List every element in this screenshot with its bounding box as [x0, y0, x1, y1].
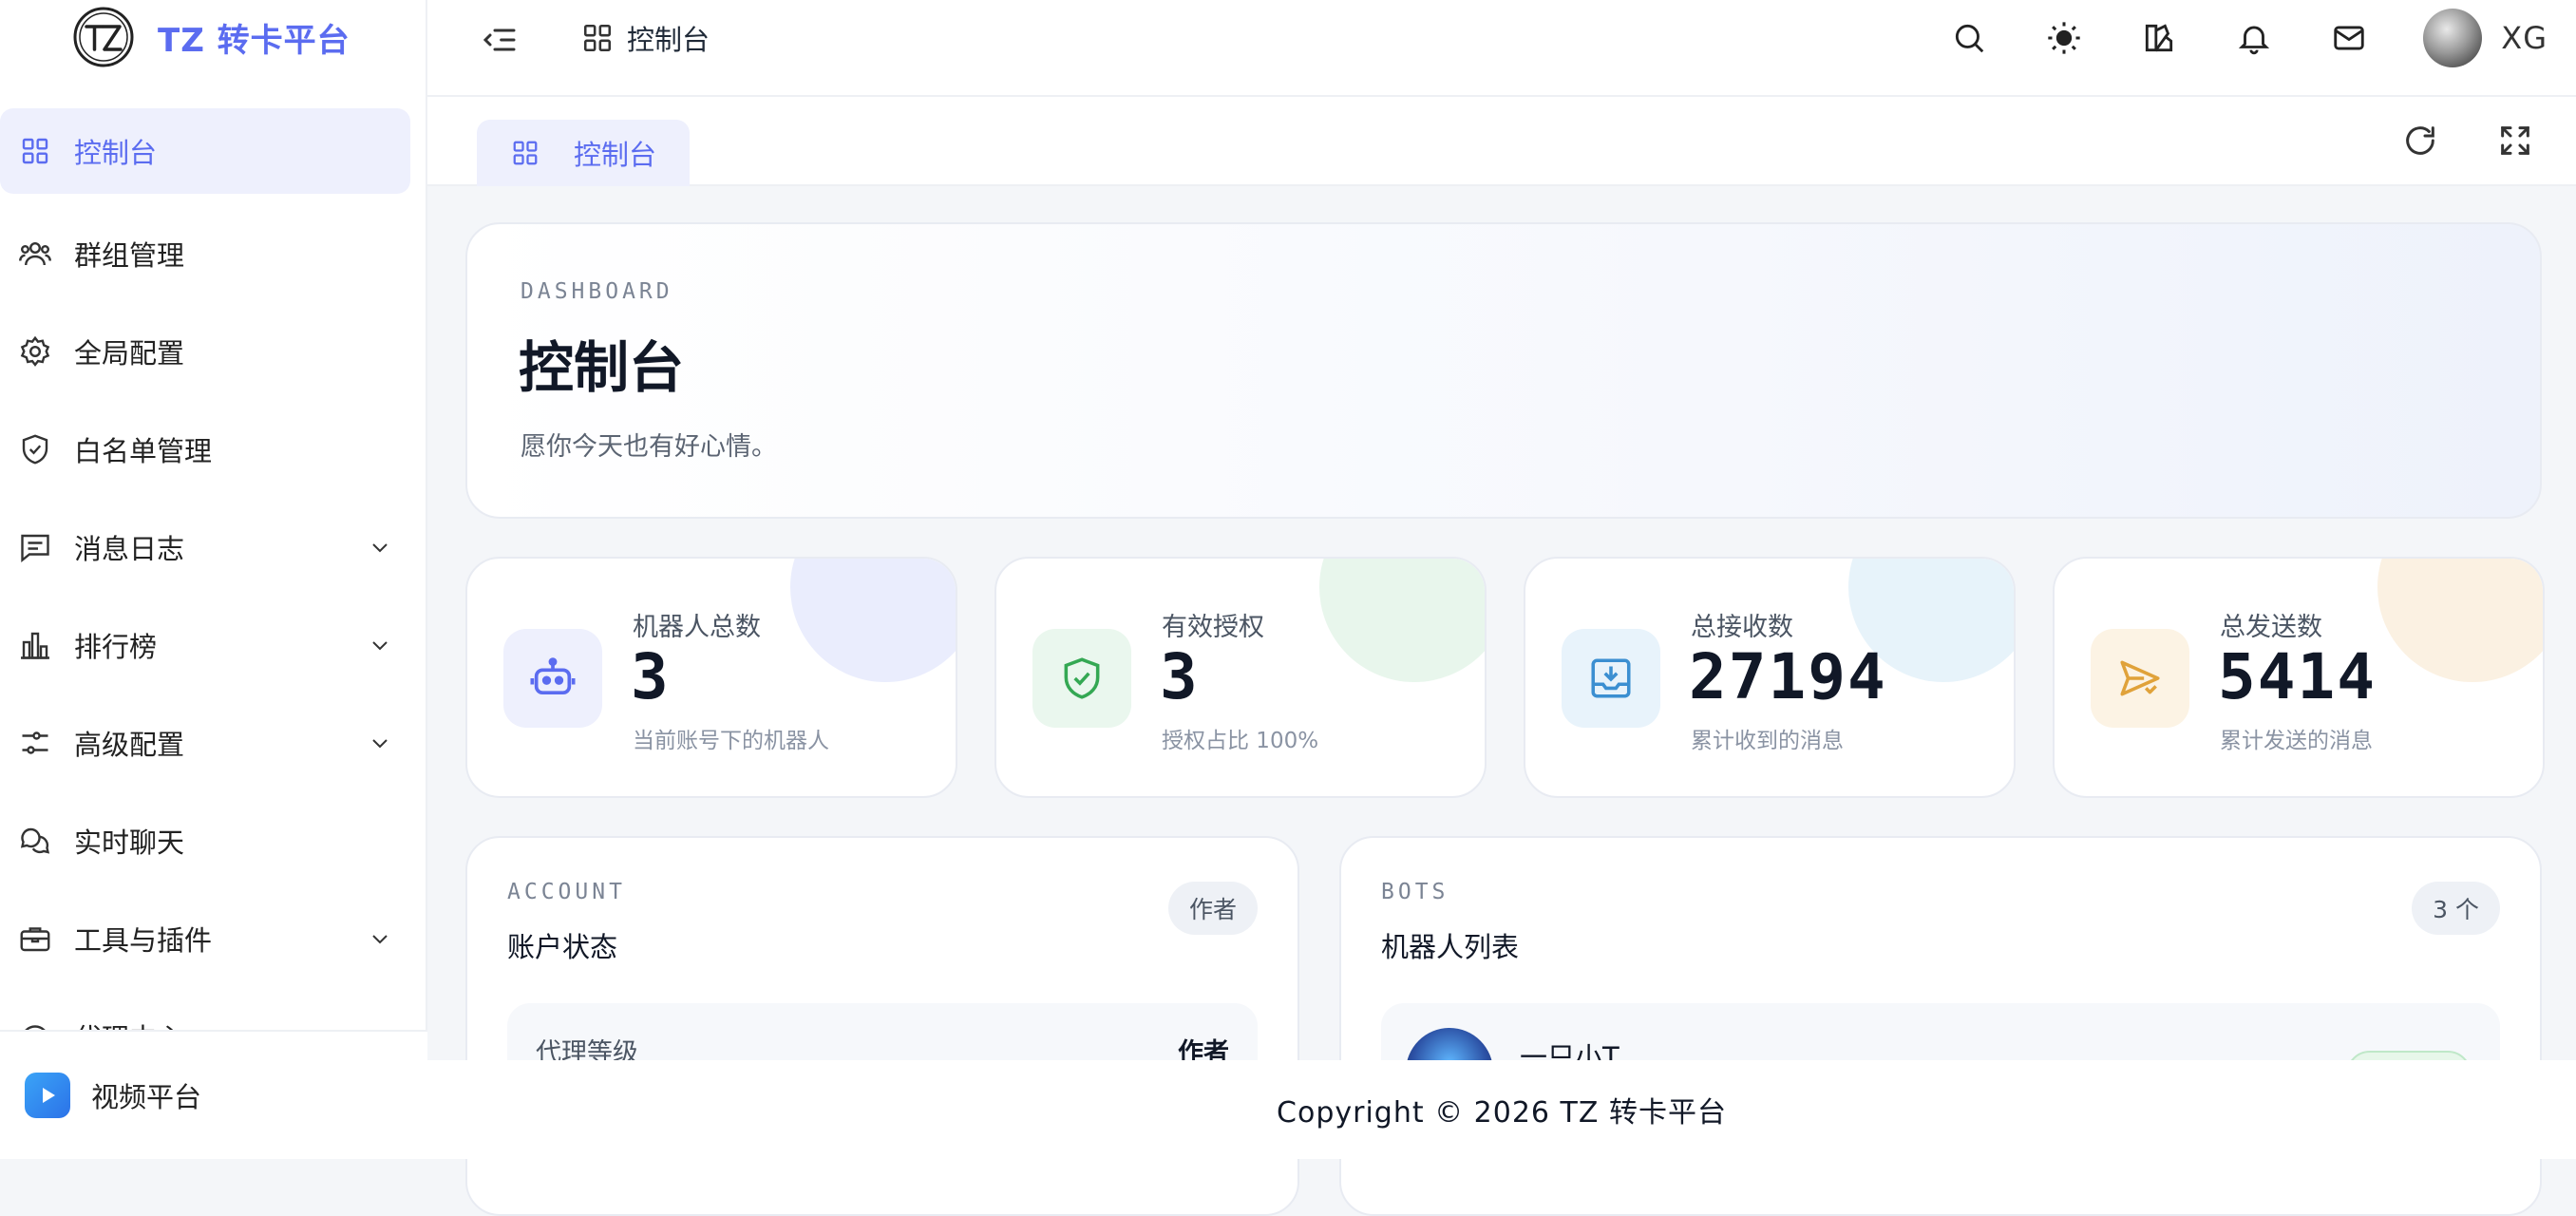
hero-subtitle: 愿你今天也有好心情。: [521, 432, 777, 462]
video-play-icon: [25, 1073, 70, 1118]
bots-panel: BOTS 机器人列表 3 个 一只小T: [1339, 836, 2542, 1216]
header-actions: XG: [1948, 0, 2576, 76]
bot-count-badge: 3 个: [2412, 882, 2500, 935]
sidebar-item-live-chat[interactable]: 实时聊天: [0, 791, 427, 889]
brand-name: TZ 转卡平台: [158, 21, 350, 60]
sidebar-item-tools-plugins[interactable]: 工具与插件: [0, 889, 427, 987]
fullscreen-icon[interactable]: [2496, 122, 2534, 160]
stat-note: 累计收到的消息: [1691, 729, 1844, 753]
chevron-down-icon[interactable]: [369, 536, 391, 559]
sidebar-item-label: 工具与插件: [74, 923, 213, 957]
card-decoration: [1319, 559, 1485, 682]
chevron-down-icon[interactable]: [369, 927, 391, 950]
stat-label: 机器人总数: [633, 613, 761, 642]
sidebar-item-label: 控制台: [74, 137, 158, 169]
panel-kicker: ACCOUNT: [507, 880, 626, 904]
role-badge: 作者: [1167, 882, 1258, 935]
video-platform-label: 视频平台: [91, 1081, 202, 1113]
sidebar-item-dashboard[interactable]: 控制台: [0, 108, 410, 194]
inbox-download-icon: [1562, 629, 1660, 728]
briefcase-icon: [17, 921, 53, 957]
grid-icon: [17, 133, 53, 169]
hero-kicker: DASHBOARD: [521, 279, 673, 304]
tab-bar: 控制台: [427, 97, 2576, 186]
tz-logo-icon: [73, 7, 134, 67]
stat-label: 有效授权: [1162, 613, 1264, 642]
send-icon: [2091, 629, 2189, 728]
sidebar-item-label: 群组管理: [74, 238, 185, 272]
sidebar-item-whitelist[interactable]: 白名单管理: [0, 400, 427, 498]
stat-label: 总发送数: [2220, 613, 2322, 642]
shield-check-icon: [1032, 629, 1131, 728]
stat-card-sent: 总发送数 5414 累计发送的消息: [2053, 557, 2545, 798]
stat-value: 3: [631, 640, 671, 713]
sidebar-item-label: 实时聊天: [74, 826, 185, 859]
collapse-menu-icon[interactable]: [481, 21, 519, 59]
footer: Copyright © 2026 TZ 转卡平台: [427, 1060, 2576, 1159]
page-title: 控制台: [519, 335, 685, 400]
theme-icon[interactable]: [2138, 17, 2180, 59]
breadcrumb: 控制台: [581, 17, 710, 59]
grid-icon: [513, 141, 538, 165]
refresh-icon[interactable]: [2401, 122, 2439, 160]
card-decoration: [790, 559, 956, 682]
sidebar-menu: 控制台 群组管理 全局配置 白名单管理 消息日志 排行榜 高级配置 实时聊天 工…: [0, 106, 427, 1030]
sun-icon[interactable]: [2043, 17, 2085, 59]
avatar: [2423, 9, 2483, 67]
message-square-icon: [17, 529, 53, 565]
sidebar-item-label: 高级配置: [74, 728, 185, 761]
sidebar-item-agent-center[interactable]: 代理中心: [0, 987, 427, 1030]
copyright-text: Copyright © 2026 TZ 转卡平台: [1277, 1096, 1727, 1130]
chevron-down-icon[interactable]: [369, 732, 391, 754]
sidebar-item-global-config[interactable]: 全局配置: [0, 302, 427, 400]
stat-value: 3: [1160, 640, 1200, 713]
stat-label: 总接收数: [1691, 613, 1793, 642]
bell-icon[interactable]: [2233, 17, 2275, 59]
chevron-down-icon[interactable]: [369, 634, 391, 656]
username: XG: [2501, 20, 2548, 56]
sidebar-item-label: 全局配置: [74, 336, 185, 370]
stat-note: 当前账号下的机器人: [633, 729, 829, 753]
shield-check-icon: [17, 431, 53, 467]
panel-title: 账户状态: [507, 931, 618, 963]
sidebar-item-label: 消息日志: [74, 532, 185, 565]
card-decoration: [2377, 559, 2543, 682]
sidebar-item-advanced-config[interactable]: 高级配置: [0, 694, 427, 791]
chat-bubbles-icon: [17, 823, 53, 859]
sidebar-item-message-log[interactable]: 消息日志: [0, 498, 427, 596]
tab-label: 控制台: [574, 139, 657, 171]
tab-dashboard[interactable]: 控制台: [477, 120, 690, 186]
search-icon[interactable]: [1948, 17, 1990, 59]
stat-card-bots: 机器人总数 3 当前账号下的机器人: [465, 557, 957, 798]
dashboard-hero: DASHBOARD 控制台 愿你今天也有好心情。: [465, 222, 2542, 519]
stat-value: 27194: [1689, 640, 1887, 713]
sidebar-video-platform-link[interactable]: 视频平台: [0, 1030, 427, 1159]
agent-icon: [17, 1018, 53, 1030]
stat-card-received: 总接收数 27194 累计收到的消息: [1524, 557, 2016, 798]
sidebar-item-label: 排行榜: [74, 630, 158, 663]
stat-card-authorizations: 有效授权 3 授权占比 100%: [994, 557, 1487, 798]
grid-icon: [583, 24, 612, 52]
stat-note: 累计发送的消息: [2220, 729, 2373, 753]
mail-icon[interactable]: [2328, 17, 2370, 59]
sidebar-item-label: 白名单管理: [74, 434, 213, 467]
sidebar-item-leaderboard[interactable]: 排行榜: [0, 596, 427, 694]
top-header: 控制台 XG: [427, 0, 2576, 97]
account-panel: ACCOUNT 账户状态 作者 代理等级 作者: [465, 836, 1299, 1216]
gear-icon: [17, 333, 53, 370]
robot-icon: [503, 629, 602, 728]
panel-title: 机器人列表: [1381, 931, 1520, 963]
brand-logo[interactable]: TZ 转卡平台: [72, 6, 350, 68]
sliders-icon: [17, 725, 53, 761]
sidebar-item-label: 代理中心: [74, 1016, 184, 1031]
sidebar-item-groups[interactable]: 群组管理: [0, 204, 427, 302]
stat-note: 授权占比 100%: [1162, 729, 1319, 753]
stat-value: 5414: [2218, 640, 2377, 713]
panel-kicker: BOTS: [1381, 880, 1449, 904]
user-menu[interactable]: XG: [2423, 9, 2548, 67]
sidebar: TZ 转卡平台 控制台 群组管理 全局配置 白名单管理 消息日志 排行榜 高级配…: [0, 0, 427, 1159]
bar-chart-icon: [17, 627, 53, 663]
breadcrumb-label: 控制台: [627, 24, 710, 56]
users-icon: [17, 236, 53, 272]
